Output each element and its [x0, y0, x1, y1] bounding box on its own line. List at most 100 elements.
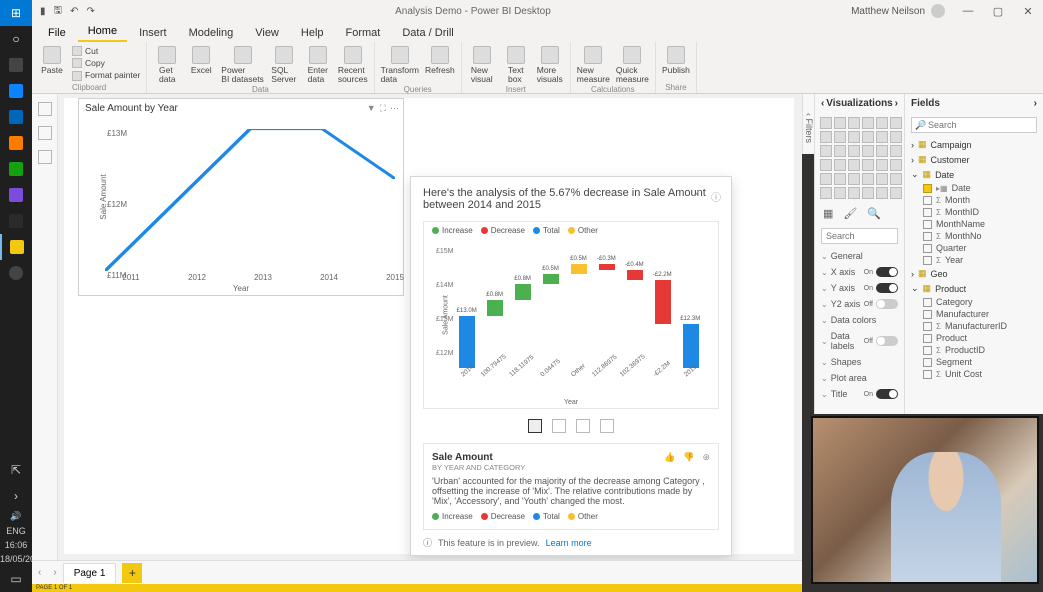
ribbon-power-bi-datasets[interactable]: PowerBI datasets — [221, 44, 264, 85]
ribbon-recent-sources[interactable]: Recentsources — [338, 44, 368, 85]
qat-redo-icon[interactable]: ↷ — [86, 6, 94, 17]
viz-type-icon[interactable] — [820, 173, 832, 185]
ribbon-excel[interactable]: Excel — [187, 44, 215, 85]
field-productid[interactable]: ΣProductID — [905, 344, 1043, 356]
viz-type-icon[interactable] — [862, 131, 874, 143]
ribbon-enter-data[interactable]: Enterdata — [304, 44, 332, 85]
table-product[interactable]: ⌄▦Product — [905, 281, 1043, 296]
filter-icon[interactable]: ▼ — [367, 103, 376, 114]
field-unit cost[interactable]: ΣUnit Cost — [905, 368, 1043, 380]
viz-type-icon[interactable] — [876, 117, 888, 129]
format-search-input[interactable] — [821, 228, 898, 244]
viz-type-icon[interactable] — [862, 173, 874, 185]
insight-type-waterfall-icon[interactable] — [528, 419, 542, 433]
format-row-shapes[interactable]: ⌄Shapes — [815, 354, 904, 370]
viz-type-icon[interactable] — [834, 117, 846, 129]
start-button[interactable]: ⊞ — [0, 0, 32, 26]
viz-type-icon[interactable] — [848, 117, 860, 129]
page-surface[interactable]: Sale Amount by Year ▼ ⛶ ⋯ Sale Amount £1… — [64, 98, 794, 554]
data-view-icon[interactable] — [38, 126, 52, 140]
viz-type-icon[interactable] — [890, 159, 902, 171]
viz-type-icon[interactable] — [890, 131, 902, 143]
tab-insert[interactable]: Insert — [129, 24, 177, 42]
page-tab[interactable]: Page 1 — [63, 563, 117, 583]
paste-button[interactable]: Paste — [38, 44, 66, 83]
field-manufacturerid[interactable]: ΣManufacturerID — [905, 320, 1043, 332]
tab-home[interactable]: Home — [78, 22, 127, 42]
report-canvas[interactable]: Sale Amount by Year ▼ ⛶ ⋯ Sale Amount £1… — [58, 94, 802, 560]
viz-type-icon[interactable] — [820, 159, 832, 171]
ribbon-sql-server[interactable]: SQLServer — [270, 44, 298, 85]
taskbar-app-1[interactable] — [0, 52, 32, 78]
format-row-x-axis[interactable]: ⌄X axisOn — [815, 264, 904, 280]
format-row-title[interactable]: ⌄TitleOn — [815, 386, 904, 402]
viz-type-icon[interactable] — [862, 117, 874, 129]
viz-type-icon[interactable] — [890, 173, 902, 185]
viz-type-icon[interactable] — [876, 173, 888, 185]
field-date[interactable]: ▸▦Date — [905, 182, 1043, 194]
taskbar-people-icon[interactable]: ⇱ — [0, 457, 32, 483]
taskbar-app-5[interactable] — [0, 156, 32, 182]
ribbon-publish[interactable]: Publish — [662, 44, 690, 83]
notifications-icon[interactable]: ▭ — [0, 566, 32, 592]
filters-pane-collapsed[interactable]: ‹ Filters — [802, 94, 814, 154]
viz-type-icon[interactable] — [862, 187, 874, 199]
taskbar-app-4[interactable] — [0, 130, 32, 156]
field-monthid[interactable]: ΣMonthID — [905, 206, 1043, 218]
page-next-button[interactable]: › — [47, 567, 62, 578]
viz-type-icon[interactable] — [848, 187, 860, 199]
add-page-button[interactable]: + — [122, 563, 142, 583]
volume-icon[interactable]: 🔊 — [0, 509, 32, 524]
copy-button[interactable]: Copy — [72, 58, 140, 69]
insight-more-icon[interactable]: ⊕ — [702, 452, 710, 463]
viz-type-icon[interactable] — [820, 187, 832, 199]
table-geo[interactable]: ›▦Geo — [905, 266, 1043, 281]
line-chart-visual[interactable]: Sale Amount by Year ▼ ⛶ ⋯ Sale Amount £1… — [78, 98, 404, 296]
table-date[interactable]: ⌄▦Date — [905, 167, 1043, 182]
ribbon-more-visuals[interactable]: Morevisuals — [536, 44, 564, 85]
viz-type-icon[interactable] — [848, 131, 860, 143]
field-product[interactable]: Product — [905, 332, 1043, 344]
viz-type-icon[interactable] — [890, 145, 902, 157]
ribbon-new-visual[interactable]: Newvisual — [468, 44, 496, 85]
field-monthno[interactable]: ΣMonthNo — [905, 230, 1043, 242]
taskbar-search-icon[interactable]: ○ — [0, 26, 32, 52]
format-row-data-colors[interactable]: ⌄Data colors — [815, 312, 904, 328]
taskbar-app-3[interactable] — [0, 104, 32, 130]
viz-type-icon[interactable] — [848, 159, 860, 171]
taskbar-app-8[interactable] — [0, 260, 32, 286]
tab-data-drill[interactable]: Data / Drill — [392, 24, 463, 42]
ribbon-transform-data[interactable]: Transformdata — [381, 44, 419, 85]
qat-undo-icon[interactable]: ↶ — [70, 6, 78, 17]
analytics-well-icon[interactable]: 🔍 — [867, 207, 881, 220]
format-painter-button[interactable]: Format painter — [72, 70, 140, 81]
clock-time[interactable]: 16:06 — [0, 538, 32, 552]
insight-type-column-icon[interactable] — [576, 419, 590, 433]
viz-type-icon[interactable] — [848, 145, 860, 157]
close-button[interactable]: ✕ — [1013, 5, 1043, 18]
tab-view[interactable]: View — [245, 24, 289, 42]
insight-type-scatter-icon[interactable] — [552, 419, 566, 433]
insight-info-icon[interactable]: ⓘ — [711, 189, 721, 204]
viz-type-icon[interactable] — [820, 117, 832, 129]
format-row-general[interactable]: ⌄General — [815, 248, 904, 264]
taskbar-app-7[interactable] — [0, 208, 32, 234]
ribbon-new-measure[interactable]: Newmeasure — [577, 44, 610, 85]
tab-help[interactable]: Help — [291, 24, 334, 42]
chevron-right-icon[interactable]: › — [895, 98, 898, 109]
field-month[interactable]: ΣMonth — [905, 194, 1043, 206]
viz-type-icon[interactable] — [820, 145, 832, 157]
cut-button[interactable]: Cut — [72, 46, 140, 57]
viz-type-icon[interactable] — [834, 173, 846, 185]
chevron-right-icon[interactable]: › — [1034, 98, 1037, 109]
page-prev-button[interactable]: ‹ — [32, 567, 47, 578]
user-name[interactable]: Matthew Neilson — [851, 6, 925, 17]
taskbar-app-2[interactable] — [0, 78, 32, 104]
focus-icon[interactable]: ⛶ — [380, 103, 386, 114]
insight-apply-icon[interactable]: ✓ — [693, 189, 701, 204]
viz-type-icon[interactable] — [876, 187, 888, 199]
taskbar-tray-chevron[interactable]: › — [0, 483, 32, 509]
viz-type-icon[interactable] — [834, 159, 846, 171]
tab-modeling[interactable]: Modeling — [179, 24, 244, 42]
table-customer[interactable]: ›▦Customer — [905, 152, 1043, 167]
